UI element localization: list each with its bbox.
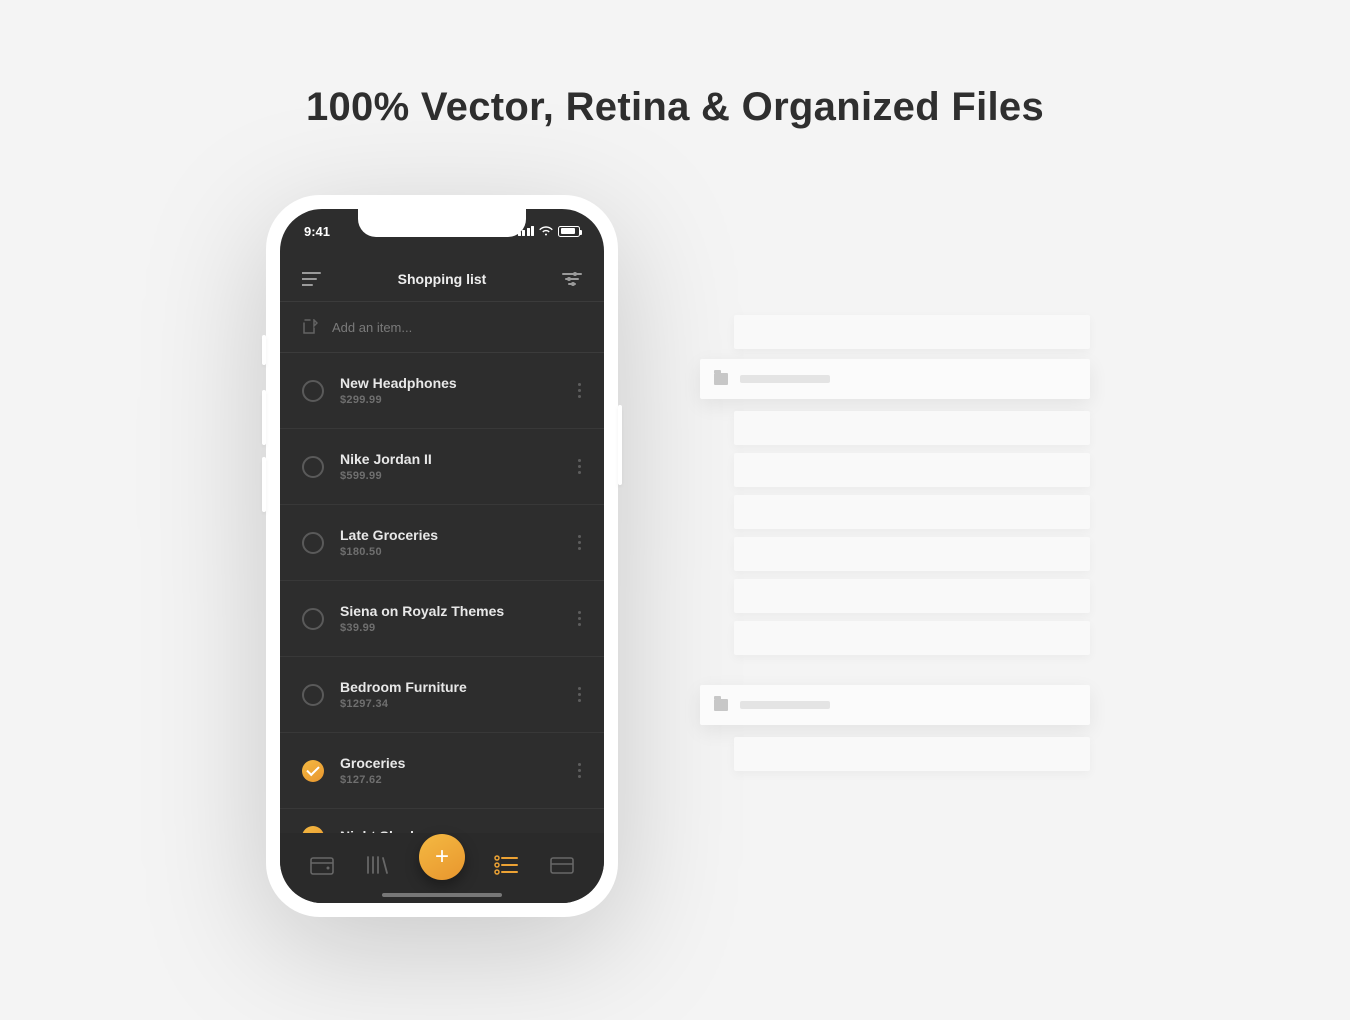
list-item[interactable]: Nike Jordan II $599.99 [280, 429, 604, 505]
card-icon[interactable] [549, 854, 575, 876]
menu-icon[interactable] [302, 272, 322, 286]
layer-row [734, 737, 1090, 771]
app-header: Shopping list [280, 257, 604, 301]
more-icon[interactable] [578, 535, 582, 550]
list-item[interactable]: Siena on Royalz Themes $39.99 [280, 581, 604, 657]
filter-icon[interactable] [562, 272, 582, 286]
layer-row [734, 411, 1090, 445]
item-title: New Headphones [340, 375, 578, 391]
more-icon[interactable] [578, 383, 582, 398]
app-title: Shopping list [398, 271, 487, 287]
item-title: Nike Jordan II [340, 451, 578, 467]
wallet-icon[interactable] [309, 854, 335, 876]
home-indicator[interactable] [382, 893, 502, 897]
compose-icon [302, 319, 318, 335]
item-price: $39.99 [340, 622, 578, 634]
layer-row [734, 621, 1090, 655]
notch [358, 209, 526, 237]
item-price: $1297.34 [340, 698, 578, 710]
item-price: $127.62 [340, 774, 578, 786]
item-price: $180.50 [340, 546, 578, 558]
item-title: Groceries [340, 755, 578, 771]
layer-row [734, 495, 1090, 529]
more-icon[interactable] [578, 763, 582, 778]
folder-icon [714, 373, 728, 385]
item-title: Bedroom Furniture [340, 679, 578, 695]
checkbox-icon[interactable] [302, 608, 324, 630]
layers-panel [700, 315, 1090, 771]
folder-icon [714, 699, 728, 711]
checkbox-icon[interactable] [302, 456, 324, 478]
wifi-icon [539, 226, 553, 236]
layer-label-placeholder [740, 701, 830, 709]
item-title: Late Groceries [340, 527, 578, 543]
layer-row [734, 315, 1090, 349]
item-price: $599.99 [340, 470, 578, 482]
list-item[interactable]: Groceries $127.62 [280, 733, 604, 809]
more-icon[interactable] [578, 611, 582, 626]
checkbox-icon[interactable] [302, 684, 324, 706]
battery-icon [558, 226, 580, 237]
phone-mockup: 9:41 Shopping list Add an item... [266, 195, 618, 917]
plus-icon: + [435, 843, 449, 871]
list-icon[interactable] [494, 854, 520, 876]
layer-label-placeholder [740, 375, 830, 383]
shopping-list[interactable]: New Headphones $299.99 Nike Jordan II $5… [280, 353, 604, 841]
item-price: $299.99 [340, 394, 578, 406]
add-item-placeholder: Add an item... [332, 320, 412, 335]
item-title: Siena on Royalz Themes [340, 603, 578, 619]
more-icon[interactable] [578, 687, 582, 702]
add-item-row[interactable]: Add an item... [280, 301, 604, 353]
checkbox-icon[interactable] [302, 532, 324, 554]
list-item[interactable]: Late Groceries $180.50 [280, 505, 604, 581]
checkbox-checked-icon[interactable] [302, 760, 324, 782]
list-item[interactable]: New Headphones $299.99 [280, 353, 604, 429]
layer-folder [700, 359, 1090, 399]
add-button[interactable]: + [419, 834, 465, 880]
checkbox-icon[interactable] [302, 380, 324, 402]
list-item[interactable]: Bedroom Furniture $1297.34 [280, 657, 604, 733]
status-time: 9:41 [304, 224, 330, 239]
layer-row [734, 579, 1090, 613]
library-icon[interactable] [364, 854, 390, 876]
layer-row [734, 537, 1090, 571]
more-icon[interactable] [578, 459, 582, 474]
layer-folder [700, 685, 1090, 725]
layer-row [734, 453, 1090, 487]
headline: 100% Vector, Retina & Organized Files [0, 85, 1350, 130]
